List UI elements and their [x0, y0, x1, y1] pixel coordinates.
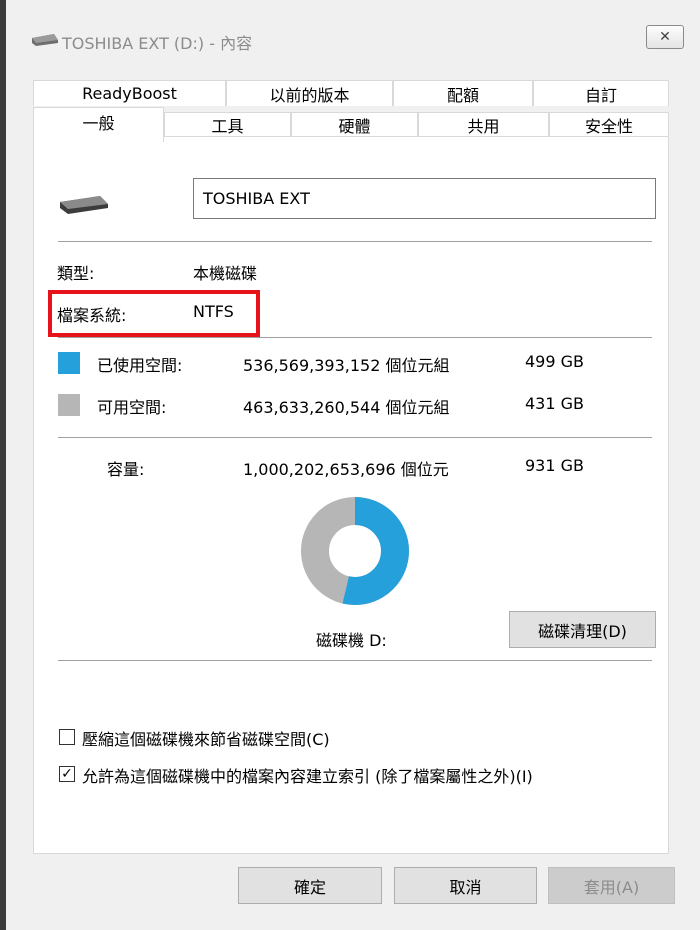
apply-button[interactable]: 套用(A) [548, 867, 675, 904]
used-space-swatch [58, 352, 80, 374]
disk-cleanup-label: 磁碟清理(D) [538, 621, 627, 641]
index-checkbox[interactable]: ✓ [59, 766, 75, 782]
disk-cleanup-button[interactable]: 磁碟清理(D) [509, 611, 656, 648]
capacity-label: 容量: [107, 460, 145, 479]
type-value: 本機磁碟 [193, 264, 258, 283]
type-label: 類型: [57, 264, 95, 283]
drive-name-input[interactable]: TOSHIBA EXT [193, 178, 656, 219]
divider [58, 437, 652, 438]
divider [58, 337, 652, 338]
ok-label: 確定 [293, 877, 326, 897]
index-label[interactable]: 允許為這個磁碟機中的檔案內容建立索引 (除了檔案屬性之外)(I) [82, 763, 533, 787]
properties-window: TOSHIBA EXT (D:) - 內容 ✕ ReadyBoost 以前的版本… [0, 0, 700, 930]
cancel-label: 取消 [449, 877, 482, 897]
free-space-label: 可用空間: [97, 398, 167, 417]
filesystem-highlight [48, 290, 260, 337]
capacity-bytes: 1,000,202,653,696 個位元 [243, 460, 449, 479]
free-space-bytes: 463,633,260,544 個位元組 [243, 398, 450, 417]
compress-checkbox[interactable] [59, 729, 75, 745]
capacity-size: 931 GB [525, 456, 584, 475]
compress-label[interactable]: 壓縮這個磁碟機來節省磁碟空間(C) [82, 726, 330, 750]
free-space-size: 431 GB [525, 394, 584, 413]
usage-donut-chart [301, 497, 409, 605]
cancel-button[interactable]: 取消 [394, 867, 537, 904]
drive-name-value: TOSHIBA EXT [203, 189, 310, 208]
hard-drive-icon [60, 196, 108, 214]
divider [58, 660, 652, 661]
apply-label: 套用(A) [583, 877, 640, 897]
divider [58, 241, 652, 242]
used-space-label: 已使用空間: [97, 356, 183, 375]
used-space-size: 499 GB [525, 352, 584, 371]
checkmark-icon: ✓ [61, 766, 73, 782]
drive-letter-label: 磁碟機 D: [316, 631, 387, 650]
free-space-swatch [58, 394, 80, 416]
ok-button[interactable]: 確定 [238, 867, 382, 904]
used-space-bytes: 536,569,393,152 個位元組 [243, 356, 450, 375]
